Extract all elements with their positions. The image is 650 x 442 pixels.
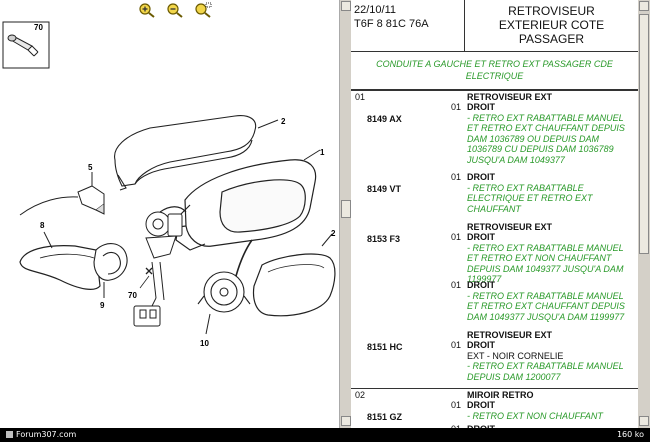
part-8-lower-shell (19, 245, 101, 290)
row-description: DROIT EXT - NOIR CORNELIE - RETRO EXT RABA… (467, 340, 635, 382)
part-1-mirror-body (159, 159, 317, 251)
wiring-connector (133, 297, 161, 327)
row-condition-note: - RETRO EXT RABATTABLE MANUEL ET RETRO E… (467, 290, 625, 322)
row-qty: 01 (451, 232, 462, 242)
row-description: DROIT - RETRO EXT RABATTABLE MANUEL ET RE… (467, 232, 635, 285)
screw-inset: 70 (2, 21, 50, 69)
row-ref: 8149 VT (367, 184, 402, 194)
header-title: RETROVISEUR EXTERIEUR COTE PASSAGER (465, 0, 638, 52)
row-title: DROIT (467, 340, 495, 350)
scroll-down-arrow-right[interactable] (639, 416, 649, 426)
row-title: DROIT (467, 102, 495, 112)
row-ref: 8153 F3 (367, 234, 401, 244)
screw-marker (139, 267, 153, 289)
part-10-motor (197, 239, 253, 313)
callout-9: 9 (100, 301, 105, 310)
row-qty: 01 (451, 280, 462, 290)
status-site: Forum307.com (6, 430, 76, 439)
row-description: MIROIR RETRO (467, 390, 635, 401)
callout-5: 5 (88, 163, 93, 172)
header-date: 22/10/11 (354, 4, 397, 16)
row-title: DROIT (467, 172, 495, 182)
row-description: RETROVISEUR EXT (467, 330, 635, 341)
row-plain-note: EXT - NOIR CORNELIE (467, 350, 564, 361)
condition-banner: CONDUITE A GAUCHE ET RETRO EXT PASSAGER … (351, 52, 638, 90)
part-9-bezel-ring (93, 243, 128, 281)
row-description: DROIT - RETRO EXT RABATTABLE MANUEL ET RE… (467, 280, 635, 322)
row-description: RETROVISEUR EXT (467, 222, 635, 233)
row-qty: 01 (451, 102, 462, 112)
section-divider (351, 388, 638, 389)
right-pane-scrollbar[interactable] (638, 0, 650, 428)
row-qty: 01 (451, 400, 462, 410)
row-title: MIROIR RETRO (467, 390, 534, 400)
row-condition-note: - RETRO EXT RABATTABLE MANUEL DEPUIS DAM… (467, 361, 624, 382)
part-5-clip (19, 185, 105, 216)
row-condition-note: - RETRO EXT RABATTABLE MANUEL ET RETRO E… (467, 242, 624, 285)
title-line-1: RETROVISEUR (508, 4, 595, 18)
diagram-viewer[interactable]: 70 2 5 1 2 8 9 70 10 (0, 0, 339, 428)
callout-70: 70 (128, 291, 137, 300)
callout-2: 2 (331, 229, 336, 238)
row-description: DROIT - RETRO EXT RABATTABLE ELECTRIQUE E… (467, 172, 635, 214)
row-condition-note: - RETRO EXT NON CHAUFFANT (467, 410, 603, 421)
title-line-2: EXTERIEUR COTE (498, 18, 605, 32)
scroll-thumb-right[interactable] (639, 14, 649, 254)
callout-70-inset: 70 (34, 23, 43, 32)
header-info: 22/10/11 T6F 8 81C 76A (351, 0, 465, 52)
row-title: DROIT (467, 232, 495, 242)
row-description: RETROVISEUR EXT (467, 92, 635, 103)
title-line-3: PASSAGER (518, 32, 585, 46)
row-description: DROIT - RETRO EXT NON CHAUFFANT (467, 400, 635, 421)
row-title: DROIT (467, 280, 495, 290)
row-description: DROIT - RETRO EXT RABATTABLE MANUEL ET RE… (467, 102, 635, 165)
scroll-up-arrow[interactable] (341, 1, 351, 11)
left-pane-scrollbar[interactable] (339, 0, 351, 428)
row-qty: 01 (451, 172, 462, 182)
header-code: T6F 8 81C 76A (354, 18, 429, 30)
row-ref: 8149 AX (367, 114, 402, 124)
row-callout: 02 (355, 390, 366, 400)
row-ref: 8151 HC (367, 342, 403, 352)
status-size: 160 ko (616, 430, 644, 439)
scroll-down-arrow[interactable] (341, 416, 351, 426)
callout-1: 1 (320, 148, 325, 157)
row-qty: 01 (451, 340, 462, 350)
exploded-diagram: 70 2 5 1 2 8 9 70 10 (2, 21, 336, 348)
callout-8: 8 (40, 221, 45, 230)
callout-3: 2 (281, 117, 286, 126)
section-divider (351, 90, 638, 91)
row-condition-note: - RETRO EXT RABATTABLE MANUEL ET RETRO E… (467, 112, 625, 165)
mirror-actuator (145, 211, 183, 301)
row-title: RETROVISEUR EXT (467, 92, 553, 102)
scroll-up-arrow-right[interactable] (639, 1, 649, 11)
part-2-mirror-glass (252, 253, 336, 317)
row-title: DROIT (467, 400, 495, 410)
row-condition-note: - RETRO EXT RABATTABLE ELECTRIQUE ET RET… (467, 182, 593, 214)
row-callout: 01 (355, 92, 366, 102)
row-title: RETROVISEUR EXT (467, 222, 553, 232)
row-title: RETROVISEUR EXT (467, 330, 553, 340)
row-ref: 8151 GZ (367, 412, 403, 422)
callout-10: 10 (200, 339, 209, 348)
scroll-thumb[interactable] (341, 200, 351, 218)
status-bar: Forum307.com 160 ko (0, 428, 650, 442)
parts-list-panel: 22/10/11 T6F 8 81C 76A RETROVISEUR EXTER… (351, 0, 638, 428)
